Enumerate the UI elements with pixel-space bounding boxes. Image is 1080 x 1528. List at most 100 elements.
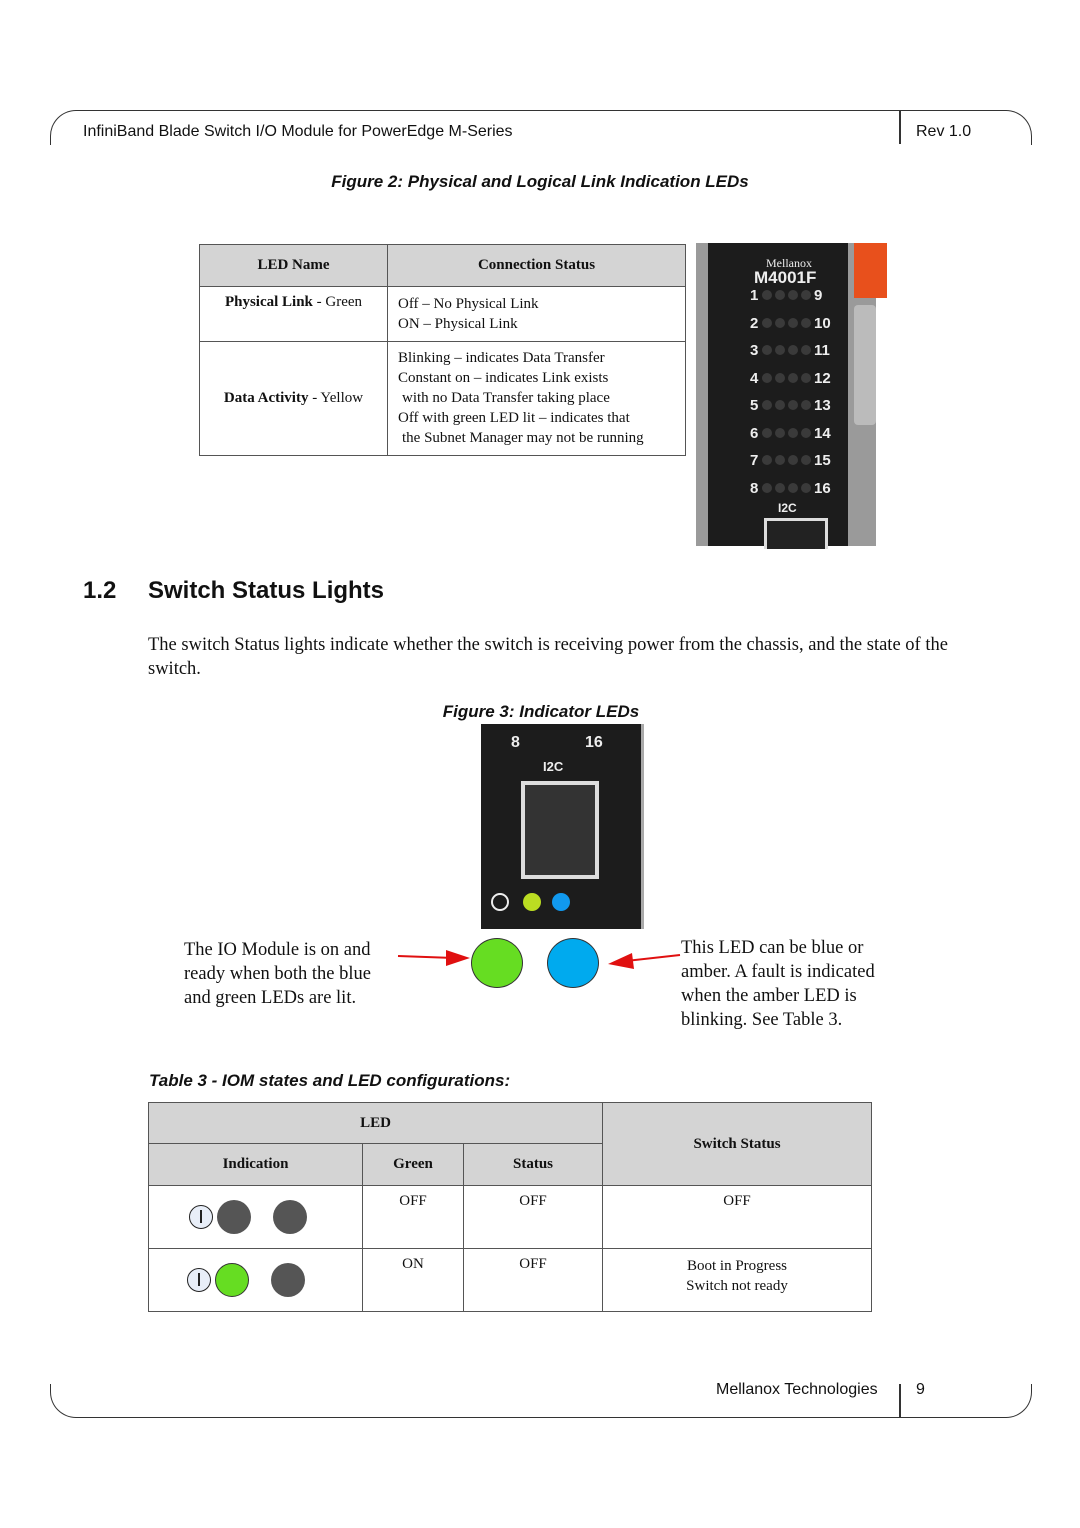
figure2-caption: Figure 2: Physical and Logical Link Indi… — [331, 172, 749, 191]
photo-port-label: 8 — [511, 734, 520, 751]
blue-led-icon — [547, 938, 599, 988]
green-led-on-icon — [214, 1263, 249, 1297]
port-led-icon — [788, 372, 798, 383]
led-name: Physical Link — [224, 294, 313, 310]
port-label: 4 — [750, 369, 759, 387]
port-led-icon — [775, 317, 785, 328]
port-led-icon — [762, 317, 772, 328]
port-led-icon — [762, 482, 772, 493]
port-led-icon — [762, 372, 772, 383]
photo-model: M4001F — [754, 268, 817, 287]
col-connection-status: Connection Status — [387, 244, 686, 287]
header-rev: Rev 1.0 — [916, 123, 972, 140]
green-value: ON — [362, 1248, 464, 1312]
port-label: 13 — [814, 397, 831, 414]
port-led-icon — [801, 400, 811, 410]
port-led-icon — [801, 290, 811, 300]
photo-port-label: 16 — [585, 734, 603, 751]
left-annotation: The IO Module is on and ready when both … — [184, 940, 371, 1008]
led-name: Data Activity — [223, 390, 309, 406]
table-row: OFF OFF OFF — [148, 1185, 872, 1249]
port-label: 11 — [814, 342, 830, 359]
section-number: 1.2 — [83, 577, 117, 604]
switch-front-panel-photo: Mellanox M4001F 1 9 2 10 3 11 4 12 5 13 6 14 7 15 8 16 … — [696, 243, 887, 549]
arrow-right — [625, 954, 681, 962]
power-icon — [187, 1268, 211, 1292]
footer-company: Mellanox Technologies — [716, 1381, 878, 1398]
port-label: 3 — [750, 342, 759, 359]
port-label: 1 — [750, 287, 759, 304]
switch-status-value: Switch not ready — [686, 1278, 788, 1294]
iom-states-table: LED Switch Status Indication Green Status O… — [148, 1102, 872, 1312]
port-led-icon — [762, 400, 772, 410]
switch-status-value: Boot in Progress — [686, 1258, 787, 1274]
port-led-icon — [801, 372, 811, 383]
port-label: 15 — [814, 452, 831, 469]
green-led-off-icon — [216, 1200, 251, 1234]
header-divider — [899, 111, 901, 144]
power-icon — [189, 1205, 213, 1229]
col-led-name: LED Name — [199, 244, 388, 287]
arrow-right-head — [608, 953, 634, 969]
led-color: - Yellow — [308, 390, 364, 406]
status-line: Off with green LED lit – indicates that — [398, 410, 630, 426]
port-led-icon — [775, 455, 785, 465]
status-value: OFF — [463, 1185, 603, 1249]
led-table: LED Name Connection Status Physical Link … — [199, 244, 686, 456]
col-indication: Indication — [148, 1143, 363, 1186]
arrow-left-head — [446, 950, 470, 966]
port-led-icon — [775, 400, 785, 410]
status-line: Off – No Physical Link — [398, 296, 539, 312]
port-led-icon — [801, 317, 811, 328]
port-led-icon — [788, 290, 798, 300]
led-arrows — [397, 950, 681, 969]
port-led-icon — [775, 372, 785, 383]
table-row: ON OFF Boot in Progress Switch not ready — [148, 1248, 872, 1312]
status-line: the Subnet Manager may not be running — [402, 430, 644, 446]
photo-i2c: I2C — [543, 759, 564, 774]
status-line: ON – Physical Link — [398, 316, 518, 332]
port-led-icon — [801, 427, 811, 438]
table-row: Physical Link - Green Off – No Physical … — [199, 286, 686, 342]
section-body: The switch Status lights indicate whethe… — [148, 635, 948, 679]
table-row: Data Activity - Yellow Blinking – indica… — [199, 341, 686, 456]
document-page: InfiniBand Blade Switch I/O Module for P… — [0, 0, 1080, 1528]
port-led-icon — [788, 317, 798, 328]
port-label: 16 — [814, 479, 831, 497]
port-led-icon — [775, 427, 785, 438]
led-color: - Green — [312, 294, 363, 310]
port-led-icon — [775, 345, 785, 355]
port-label: 9 — [814, 287, 823, 304]
page-number: 9 — [916, 1381, 925, 1398]
col-led: LED — [148, 1102, 603, 1144]
photo-i2c: I2C — [778, 501, 797, 515]
port-led-icon — [788, 400, 798, 410]
table3-caption: Table 3 - IOM states and LED configurati… — [149, 1071, 511, 1090]
port-label: 5 — [750, 397, 759, 414]
header-title: InfiniBand Blade Switch I/O Module for P… — [83, 123, 513, 140]
port-label: 7 — [750, 452, 759, 469]
port-led-icon — [775, 290, 785, 300]
port-led-icon — [801, 482, 811, 493]
port-led-icon — [775, 482, 785, 493]
switch-status-value: OFF — [602, 1185, 872, 1249]
status-value: OFF — [463, 1248, 603, 1312]
port-label: 14 — [814, 424, 831, 442]
status-line: with no Data Transfer taking place — [402, 390, 610, 406]
port-label: 6 — [750, 424, 759, 442]
footer-frame — [50, 1384, 1032, 1418]
section-title: Switch Status Lights — [148, 577, 385, 604]
port-led-icon — [762, 455, 772, 465]
port-label: 12 — [814, 369, 831, 387]
green-value: OFF — [362, 1185, 464, 1249]
col-switch-status: Switch Status — [602, 1102, 872, 1186]
arrow-left — [397, 955, 455, 959]
indicator-leds-photo: 8 16 I2C — [481, 724, 644, 929]
status-led-off-icon — [270, 1263, 305, 1297]
port-led-icon — [762, 427, 772, 438]
port-led-icon — [788, 427, 798, 438]
status-led-off-icon — [272, 1200, 307, 1234]
port-led-icon — [801, 455, 811, 465]
port-label: 8 — [750, 479, 759, 497]
status-line: Blinking – indicates Data Transfer — [398, 350, 605, 366]
